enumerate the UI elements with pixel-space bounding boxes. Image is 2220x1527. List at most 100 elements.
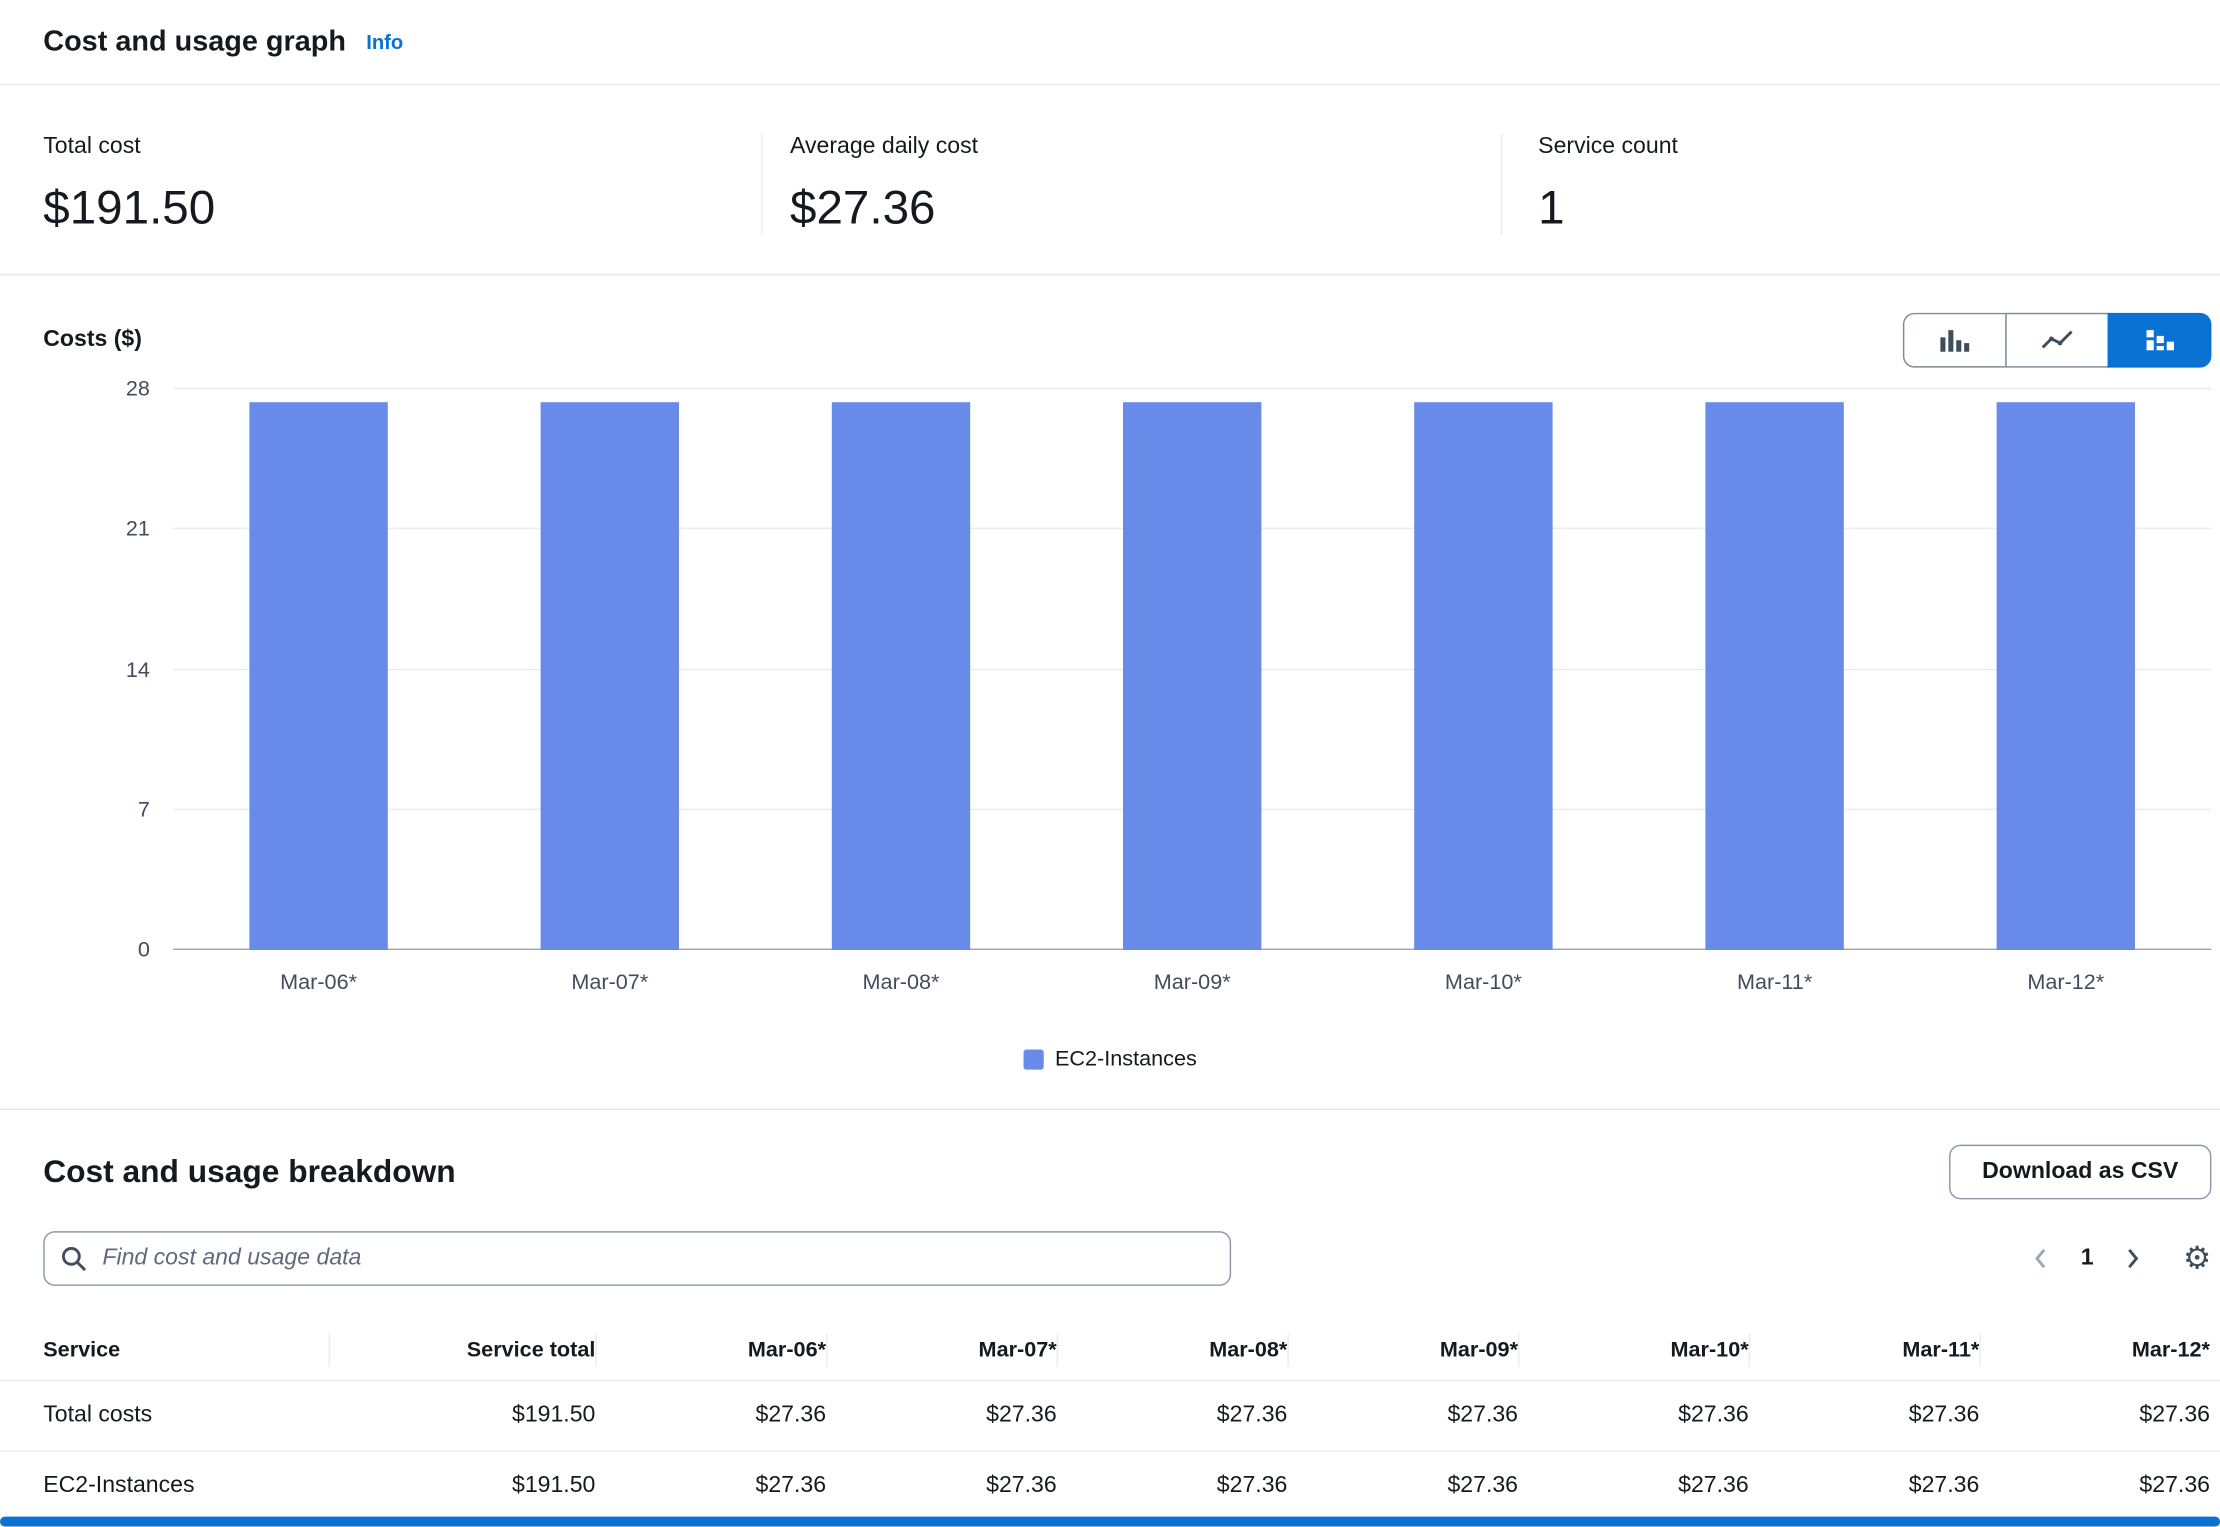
table-cell: $27.36 [1979,1452,2210,1521]
pagination: 1 ⚙ [2032,1243,2212,1275]
table-header-cell: Mar-10* [1518,1321,1749,1380]
settings-button[interactable]: ⚙ [2183,1243,2211,1275]
cost-usage-chart: Costs ($) [0,275,2220,1110]
bar-chart-icon [1939,326,1971,355]
stat-value: $27.36 [790,180,1501,235]
breakdown-title: Cost and usage breakdown [43,1153,455,1190]
cost-explorer-panel: Cost and usage graph Info Total cost $19… [0,0,2220,1527]
stat-label: Average daily cost [790,134,1501,160]
table-cell: $27.36 [1979,1381,2210,1450]
gear-icon: ⚙ [2183,1243,2211,1275]
table-cell: $191.50 [329,1381,596,1450]
table-cell: $27.36 [595,1381,826,1450]
y-tick-label: 14 [126,657,150,682]
stacked-bar-chart-toggle[interactable] [2108,313,2212,368]
y-axis-title: Costs ($) [43,327,142,353]
bars-layer [173,389,2211,950]
chart-bar-Mar-09*[interactable] [1122,402,1262,950]
table-cell: Total costs [0,1381,329,1450]
table-header-cell: Service [0,1321,329,1380]
next-page-button[interactable] [2122,1247,2142,1270]
table-header-cell: Service total [329,1321,596,1380]
previous-page-button[interactable] [2032,1247,2052,1270]
x-axis-labels: Mar-06*Mar-07*Mar-08*Mar-09*Mar-10*Mar-1… [173,970,2211,995]
chart-bar-Mar-06*[interactable] [249,402,389,950]
chart-bar-Mar-07*[interactable] [540,402,680,950]
chart-legend: EC2-Instances [0,1047,2220,1072]
y-tick-label: 7 [138,798,150,823]
table-cell: $27.36 [1518,1452,1749,1521]
stat-value: $191.50 [43,180,761,235]
y-tick-label: 21 [126,517,150,542]
stat-average-daily-cost: Average daily cost $27.36 [761,134,1501,235]
bar-chart-toggle[interactable] [1903,313,2007,368]
x-tick-label: Mar-10* [1338,970,1629,995]
table-header-cell: Mar-09* [1287,1321,1518,1380]
cost-usage-table: ServiceService totalMar-06*Mar-07*Mar-08… [0,1321,2220,1523]
table-row: Total costs$191.50$27.36$27.36$27.36$27.… [0,1381,2220,1452]
table-header-row: ServiceService totalMar-06*Mar-07*Mar-08… [0,1321,2220,1382]
stat-label: Service count [1538,134,2220,160]
current-page[interactable]: 1 [2081,1246,2094,1272]
horizontal-scrollbar[interactable] [0,1517,2220,1527]
table-cell: EC2-Instances [0,1452,329,1521]
bar-group [1338,389,1629,950]
table-cell: $191.50 [329,1452,596,1521]
search-icon [61,1246,87,1272]
chart-bar-Mar-10*[interactable] [1414,402,1554,950]
panel-header: Cost and usage graph Info [0,0,2220,85]
info-link[interactable]: Info [366,30,403,53]
y-tick-label: 28 [126,377,150,402]
bar-group [464,389,755,950]
legend-label[interactable]: EC2-Instances [1055,1047,1197,1072]
search-input[interactable] [43,1231,1231,1286]
table-cell: $27.36 [1287,1381,1518,1450]
table-cell: $27.36 [1057,1381,1288,1450]
bar-group [1920,389,2211,950]
table-cell: $27.36 [1057,1452,1288,1521]
line-chart-toggle[interactable] [2005,313,2109,368]
chart-bar-Mar-12*[interactable] [1996,402,2136,950]
stat-label: Total cost [43,134,761,160]
table-header-cell: Mar-12* [1979,1321,2210,1380]
stat-value: 1 [1538,180,2220,235]
page-title: Cost and usage graph [43,25,346,58]
chart-type-toggle [1903,313,2212,368]
table-header-cell: Mar-06* [595,1321,826,1380]
legend-swatch [1023,1049,1043,1069]
x-tick-label: Mar-12* [1920,970,2211,995]
chart-bar-Mar-08*[interactable] [831,402,971,950]
summary-stats: Total cost $191.50 Average daily cost $2… [0,85,2220,275]
line-chart-icon [2040,327,2075,353]
table-header-cell: Mar-08* [1057,1321,1288,1380]
x-tick-label: Mar-11* [1629,970,1920,995]
chart-bar-Mar-11*[interactable] [1705,402,1845,950]
bar-group [755,389,1046,950]
x-tick-label: Mar-08* [755,970,1046,995]
download-csv-button[interactable]: Download as CSV [1949,1145,2211,1200]
chart-plot-area: 07142128 [173,389,2211,950]
table-cell: $27.36 [1518,1381,1749,1450]
table-cell: $27.36 [595,1452,826,1521]
chevron-right-icon [2122,1247,2142,1270]
x-tick-label: Mar-09* [1047,970,1338,995]
stat-total-cost: Total cost $191.50 [43,134,761,235]
y-tick-label: 0 [138,938,150,963]
chevron-left-icon [2032,1247,2052,1270]
table-controls: 1 ⚙ [0,1199,2220,1285]
table-cell: $27.36 [826,1381,1057,1450]
table-cell: $27.36 [1749,1381,1980,1450]
table-cell: $27.36 [1287,1452,1518,1521]
breakdown-header: Cost and usage breakdown Download as CSV [0,1110,2220,1199]
x-tick-label: Mar-07* [464,970,755,995]
table-header-cell: Mar-07* [826,1321,1057,1380]
bar-group [173,389,464,950]
stat-service-count: Service count 1 [1501,134,2220,235]
table-body: Total costs$191.50$27.36$27.36$27.36$27.… [0,1381,2220,1522]
table-row: EC2-Instances$191.50$27.36$27.36$27.36$2… [0,1452,2220,1523]
table-header-cell: Mar-11* [1749,1321,1980,1380]
table-cell: $27.36 [826,1452,1057,1521]
stacked-bar-chart-icon [2144,327,2176,353]
bar-group [1047,389,1338,950]
search-box [43,1231,1231,1286]
